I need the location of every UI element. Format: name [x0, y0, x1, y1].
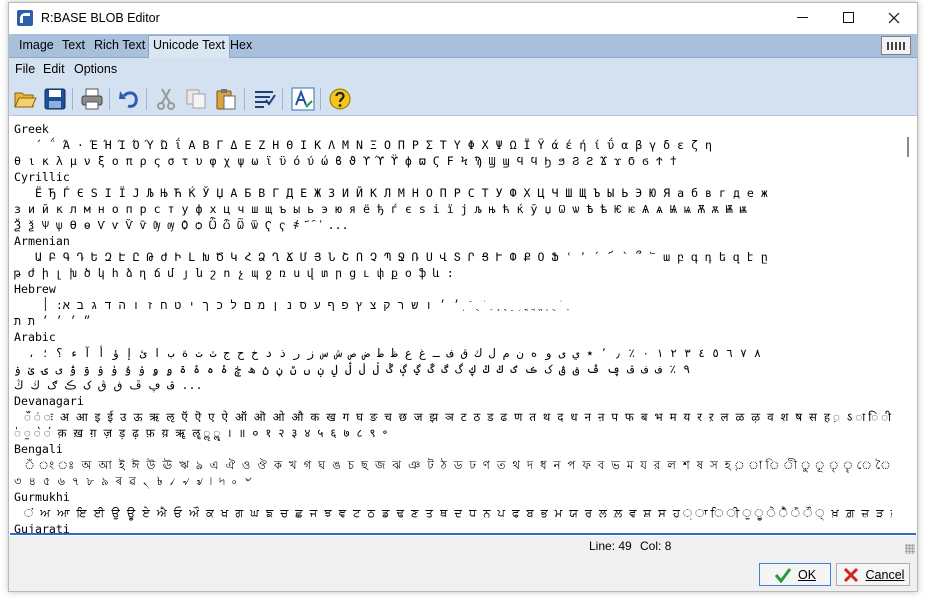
unicode-text-area[interactable]: Greek ΄ ΅ Ά · Έ Ή Ί Ό Ύ Ώ ΐ Α Β Γ Δ Ε Ζ …	[10, 117, 916, 535]
copy-button[interactable]	[183, 86, 209, 112]
menu-options[interactable]: Options	[74, 62, 117, 76]
editor-line: Arabic	[14, 330, 56, 344]
paste-button[interactable]	[213, 86, 239, 112]
editor-line: Ѯ ѯ Ѱ ѱ Ѳ ѳ Ѵ ѵ Ѷ ѷ Ѹ ѹ Ѻ ѻ Ѽ ѽ Ѿ ѿ Ҁ ҁ …	[14, 218, 349, 232]
resize-grip[interactable]	[905, 544, 915, 554]
help-icon	[329, 88, 351, 110]
save-icon	[44, 88, 66, 110]
help-button[interactable]	[327, 86, 353, 112]
cut-button[interactable]	[153, 86, 179, 112]
cut-icon	[157, 88, 175, 110]
app-icon	[17, 9, 33, 26]
editor-line: ٩ ٪ ف ف ڤ ڥ ڦ ڧ ڨ ک ڪ ګ ڬ ڭ ڮ گ ڰ ڱ ڲ ڳ …	[14, 362, 691, 376]
status-line: Line: 49	[589, 539, 632, 553]
editor-line: Bengali	[14, 442, 63, 456]
editor-line: Greek	[14, 122, 49, 136]
scrollbar-thumb[interactable]	[907, 137, 909, 157]
editor-line: ڤ ڥ ڦ ڧ ڨ ک ڪ ګ ڬ ڭ ...	[14, 378, 203, 392]
cancel-button[interactable]: Cancel	[836, 563, 910, 586]
tab-rich-text[interactable]: Rich Text	[90, 36, 149, 57]
minimize-button[interactable]	[779, 3, 825, 32]
keyboard-icon[interactable]	[881, 36, 911, 55]
ok-button[interactable]: OK	[759, 563, 831, 586]
editor-line: Devanagari	[14, 394, 84, 408]
editor-line: θ ι κ λ μ ν ξ ο π ρ ς σ τ υ φ χ ψ ω ϊ ϋ …	[14, 154, 677, 168]
font-button[interactable]	[290, 86, 316, 112]
editor-line: Gurmukhi	[14, 490, 70, 504]
editor-line: ΄ ΅ Ά · Έ Ή Ί Ό Ύ Ώ ΐ Α Β Γ Δ Ε Ζ Η Θ Ι …	[14, 138, 713, 152]
paste-icon	[216, 89, 236, 110]
editor-line: ँ ं ः अ आ इ ई उ ऊ ऋ ऌ ऍ ऎ ए ऐ ऑ ऒ ओ औ क …	[20, 410, 892, 424]
menu-file[interactable]: File	[15, 62, 35, 76]
status-bar: Line: 49 Col: 8	[9, 536, 917, 556]
editor-line: Cyrillic	[14, 170, 70, 184]
editor-line: ঁ ং ঃ অ আ ই ঈ উ ঊ ঋ ঌ এ ঐ ও ঔ ক খ গ ঘ ঙ …	[20, 458, 892, 472]
print-icon	[81, 88, 103, 110]
maximize-icon	[842, 12, 854, 23]
cross-icon	[843, 567, 858, 582]
undo-button[interactable]	[116, 86, 142, 112]
open-button[interactable]	[12, 86, 38, 112]
tab-hex[interactable]: Hex	[226, 36, 256, 57]
print-button[interactable]	[79, 86, 105, 112]
editor-line: ، ٨ ٧ ٦ ٥ ٤ ٣ ٢ ١ ٠ ٪ ٫ ٬ ٭ ي ى و ه ن م …	[14, 346, 761, 360]
font-icon	[291, 87, 315, 111]
editor-line: թ ժ ի լ խ ծ կ հ ձ ղ ճ մ յ ն շ ո չ պ ջ ռ …	[14, 266, 454, 280]
minimize-icon	[796, 17, 808, 18]
window-title: R:BASE BLOB Editor	[41, 10, 160, 25]
dialog-footer: OK Cancel	[9, 556, 917, 591]
editor-line: ৩ ৪ ৫ ৬ ৭ ৮ ৯ ৰ ৱ ৲ ৳ ৴ ৵ ৶ ৷ ৸ ৹ ৺	[14, 474, 251, 488]
tab-unicode-text[interactable]: Unicode Text	[148, 35, 231, 58]
toolbar	[9, 82, 917, 116]
editor-line: ״ ׳ ׳ ׳ ת ת	[14, 314, 91, 328]
maximize-button[interactable]	[825, 3, 871, 32]
close-icon	[888, 12, 900, 23]
open-folder-icon	[14, 92, 37, 108]
vertical-scrollbar[interactable]	[899, 117, 916, 533]
menu-bar: File Edit Options	[9, 58, 917, 82]
copy-icon	[186, 89, 206, 109]
checkmark-icon	[774, 567, 792, 583]
editor-line: Gujarati	[14, 522, 70, 535]
undo-icon	[119, 91, 138, 108]
tab-strip: Image Text Rich Text Unicode Text Hex	[9, 34, 917, 58]
editor-line: Ա Բ Գ Դ Ե Զ Է Ը Թ Ժ Ի Լ Խ Ծ Կ Հ Ձ Ղ Ճ Մ …	[14, 250, 768, 264]
editor-line: ׳ ׳ ו ש ר ק צ ץ פ ף ע ס נ ן מ ם ל כ ך י …	[14, 298, 572, 312]
editor-line: з и й к л м н о п р с т у ф х ц ч ш щ ъ …	[14, 202, 747, 216]
word-wrap-icon	[255, 91, 276, 108]
close-button[interactable]	[871, 3, 917, 32]
tab-text[interactable]: Text	[58, 36, 89, 57]
editor-line: Hebrew	[14, 282, 56, 296]
title-bar: R:BASE BLOB Editor	[9, 3, 917, 32]
tab-image[interactable]: Image	[15, 36, 58, 57]
blob-editor-window: R:BASE BLOB Editor Image Text Rich Text …	[8, 2, 918, 592]
editor-line: ਂ ਅ ਆ ਇ ਈ ਉ ਊ ਏ ਐ ਓ ਔ ਕ ਖ ਗ ਘ ਙ ਚ ਛ ਜ ਝ …	[20, 506, 892, 520]
menu-edit[interactable]: Edit	[43, 62, 65, 76]
editor-line: ॑ ॒ ॓ ॔ क़ ख़ ग़ ज़ ड़ ढ़ फ़ य़ ॠ ॡ ॢ ॣ …	[14, 426, 388, 440]
editor-content: Greek ΄ ΅ Ά · Έ Ή Ί Ό Ύ Ώ ΐ Α Β Γ Δ Ε Ζ …	[14, 121, 892, 535]
word-wrap-button[interactable]	[252, 86, 278, 112]
editor-line: Armenian	[14, 234, 70, 248]
editor-line: Ё Ђ Ѓ Є Ѕ І Ї Ј Љ Њ Ћ Ќ Ў Џ А Б В Г Д Е …	[14, 186, 768, 200]
save-button[interactable]	[42, 86, 68, 112]
status-col: Col: 8	[640, 539, 672, 553]
